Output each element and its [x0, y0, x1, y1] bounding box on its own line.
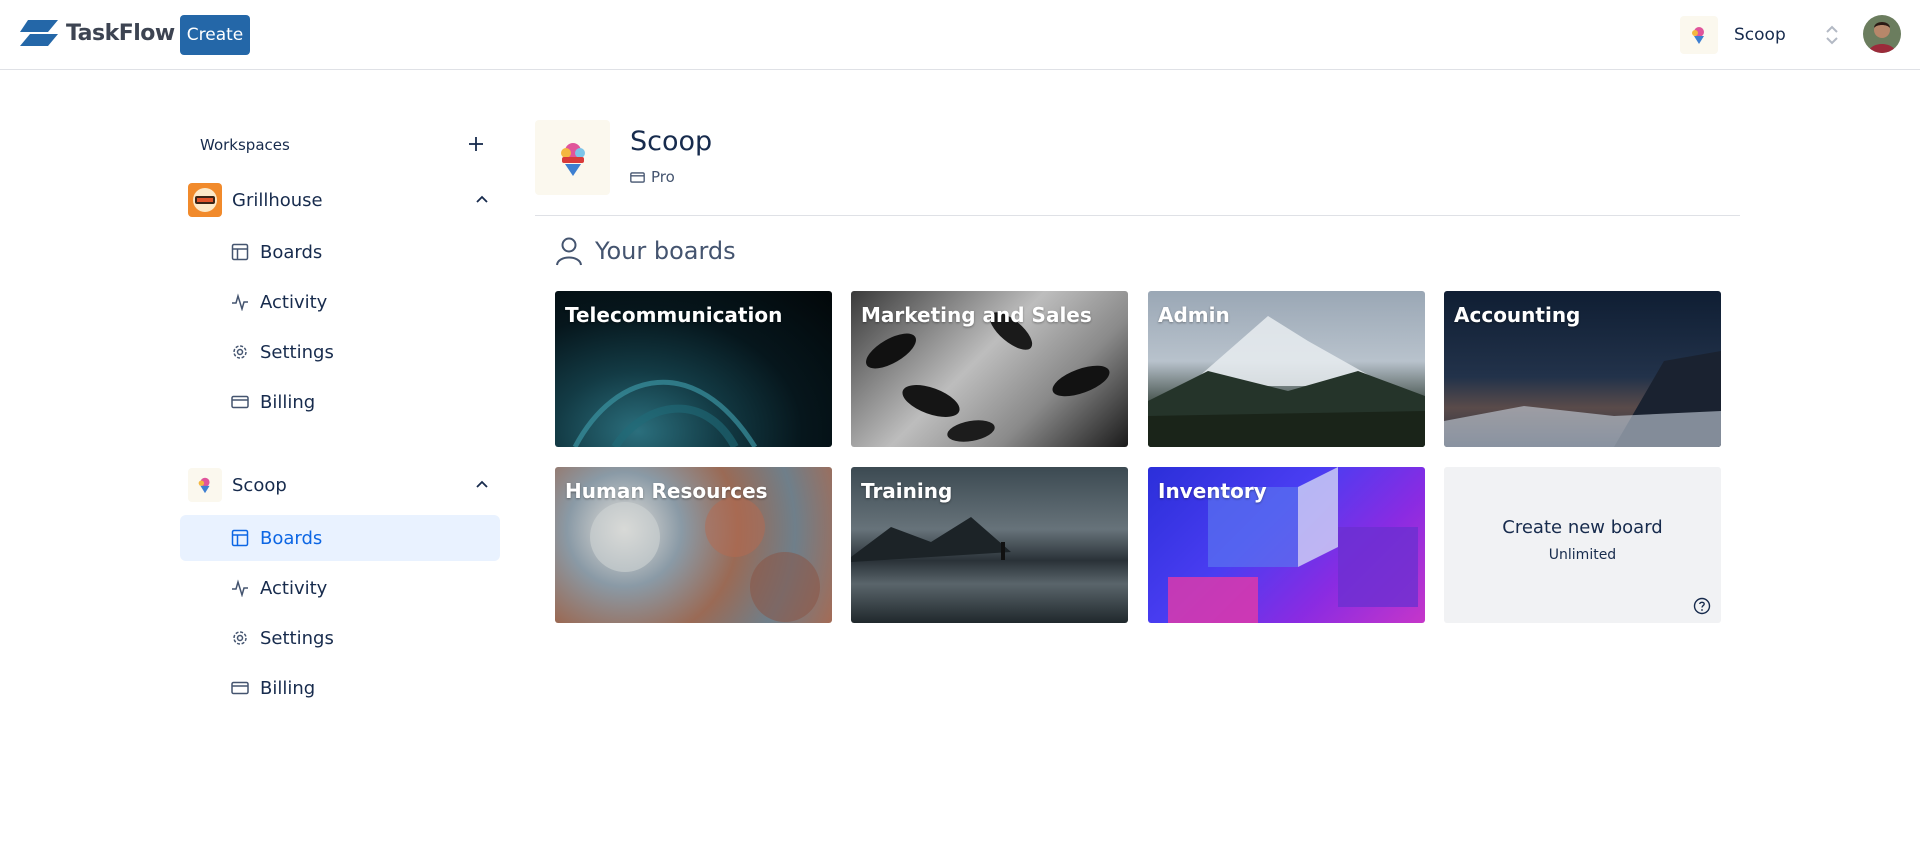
- sidebar-item-boards[interactable]: Boards: [180, 515, 500, 561]
- board-tile-inventory[interactable]: Inventory: [1148, 467, 1425, 623]
- page-title: Scoop: [630, 126, 713, 157]
- sidebar-item-label: Activity: [260, 577, 328, 599]
- sidebar-item-settings[interactable]: Settings: [180, 615, 500, 661]
- board-icon: [230, 528, 250, 548]
- board-name: Admin: [1158, 303, 1230, 327]
- sidebar-item-boards[interactable]: Boards: [180, 229, 500, 275]
- activity-icon: [230, 578, 250, 598]
- top-bar: TaskFlow Create Scoop: [0, 0, 1920, 70]
- workspace-switcher-name: Scoop: [1734, 25, 1786, 45]
- workspace-grillhouse[interactable]: Grillhouse: [188, 180, 500, 220]
- workspace-name: Scoop: [232, 474, 287, 496]
- board-name: Inventory: [1158, 479, 1267, 503]
- credit-card-icon: [230, 392, 250, 412]
- gear-icon: [230, 342, 250, 362]
- create-new-board-label: Create new board: [1502, 517, 1663, 538]
- sidebar-item-activity[interactable]: Activity: [180, 565, 500, 611]
- board-name: Marketing and Sales: [861, 303, 1092, 327]
- board-tile-telecommunication[interactable]: Telecommunication: [555, 291, 832, 447]
- chevron-up-icon[interactable]: [474, 192, 490, 208]
- board-tile-training[interactable]: Training: [851, 467, 1128, 623]
- user-avatar[interactable]: [1863, 15, 1901, 53]
- sidebar-item-label: Settings: [260, 341, 334, 363]
- user-icon: [556, 237, 582, 266]
- sidebar-item-label: Billing: [260, 677, 316, 699]
- scoop-logo-icon: [188, 468, 222, 502]
- workspace-switcher[interactable]: Scoop: [1680, 15, 1850, 55]
- sidebar-item-label: Boards: [260, 527, 323, 549]
- workspace-header: Scoop Pro: [535, 120, 1740, 216]
- sidebar-item-activity[interactable]: Activity: [180, 279, 500, 325]
- sidebar-item-label: Activity: [260, 291, 328, 313]
- board-tile-admin[interactable]: Admin: [1148, 291, 1425, 447]
- gear-icon: [230, 628, 250, 648]
- sidebar-item-label: Billing: [260, 391, 316, 413]
- workspace-name: Grillhouse: [232, 189, 323, 211]
- board-name: Human Resources: [565, 479, 768, 503]
- board-name: Training: [861, 479, 953, 503]
- app-name: TaskFlow: [66, 20, 175, 46]
- chevron-up-down-icon: [1826, 25, 1838, 45]
- sidebar-item-billing[interactable]: Billing: [180, 379, 500, 425]
- add-workspace-button[interactable]: [464, 132, 488, 156]
- your-boards-heading: Your boards: [555, 236, 736, 266]
- scoop-logo-icon: [560, 142, 585, 176]
- sidebar-item-billing[interactable]: Billing: [180, 665, 500, 711]
- plan-label: Pro: [651, 168, 675, 186]
- sidebar-item-label: Settings: [260, 627, 334, 649]
- sidebar-item-label: Boards: [260, 241, 323, 263]
- credit-card-icon: [630, 171, 645, 183]
- workspaces-heading: Workspaces: [200, 136, 290, 154]
- board-icon: [230, 242, 250, 262]
- create-new-board-tile[interactable]: Create new board Unlimited: [1444, 467, 1721, 623]
- plan-badge: Pro: [630, 168, 675, 186]
- activity-icon: [230, 292, 250, 312]
- taskflow-logo-icon: [20, 20, 58, 46]
- board-name: Accounting: [1454, 303, 1581, 327]
- brand[interactable]: TaskFlow: [20, 18, 175, 48]
- board-limit-label: Unlimited: [1548, 547, 1617, 563]
- scoop-logo-icon: [1692, 27, 1704, 44]
- workspace-scoop[interactable]: Scoop: [188, 465, 500, 505]
- chevron-up-icon[interactable]: [474, 477, 490, 493]
- section-title: Your boards: [595, 237, 736, 265]
- create-button[interactable]: Create: [180, 15, 250, 55]
- workspace-logo: [535, 120, 610, 195]
- workspace-logo: [1680, 16, 1718, 54]
- board-tile-human-resources[interactable]: Human Resources: [555, 467, 832, 623]
- sidebar-item-settings[interactable]: Settings: [180, 329, 500, 375]
- help-icon[interactable]: [1693, 597, 1711, 615]
- board-tile-accounting[interactable]: Accounting: [1444, 291, 1721, 447]
- board-tile-marketing-and-sales[interactable]: Marketing and Sales: [851, 291, 1128, 447]
- board-name: Telecommunication: [565, 303, 783, 327]
- credit-card-icon: [230, 678, 250, 698]
- grillhouse-logo-icon: [188, 183, 222, 217]
- plus-icon: [469, 137, 483, 151]
